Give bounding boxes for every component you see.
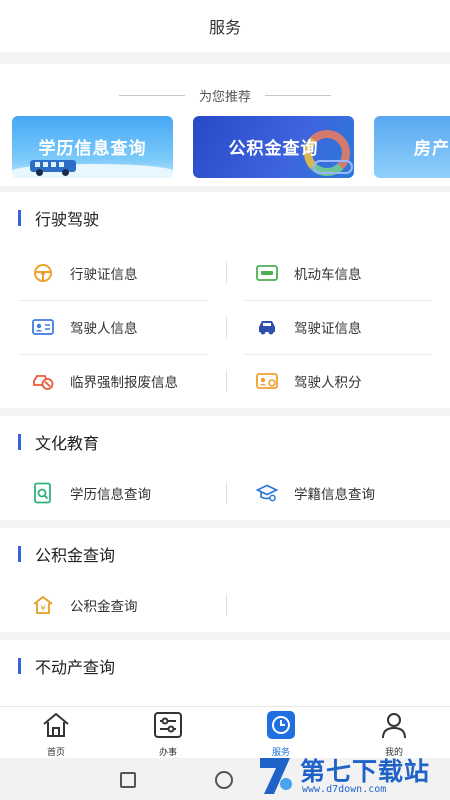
document-search-icon (32, 482, 54, 504)
section-education: 文化教育 学历信息查询 学籍信息查询 (0, 416, 450, 520)
house-fund-icon: ¥ (32, 594, 54, 616)
tab-label: 首页 (46, 748, 65, 758)
banner-label: 公积金查询 (228, 139, 319, 159)
service-label: 机动车信息 (294, 267, 362, 283)
service-label: 公积金查询 (70, 599, 138, 615)
service-label: 学籍信息查询 (294, 487, 375, 503)
recommend-heading: 为您推荐 (0, 86, 450, 105)
divider (265, 95, 331, 96)
section-housing-fund: 公积金查询 ¥ 公积金查询 (0, 528, 450, 632)
tab-label: 办事 (158, 748, 177, 758)
car-icon (256, 316, 278, 338)
divider (226, 262, 227, 284)
service-label: 行驶证信息 (70, 267, 138, 283)
service-driver-info[interactable]: 驾驶人信息 (32, 300, 208, 354)
divider (226, 482, 227, 504)
section-title-label: 公积金查询 (35, 546, 116, 565)
user-icon (379, 711, 409, 743)
section-title: 文化教育 (18, 430, 99, 454)
tab-tasks[interactable]: 办事 (128, 711, 208, 758)
recent-apps-button[interactable] (120, 772, 136, 788)
section-title-label: 行驶驾驶 (35, 210, 100, 229)
section-title: 不动产查询 (18, 654, 115, 678)
section-title: 行驶驾驶 (18, 206, 99, 230)
divider (226, 594, 227, 616)
steering-wheel-icon (32, 262, 54, 284)
service-scrap-info[interactable]: 临界强制报废信息 (32, 354, 208, 408)
service-driving-license-info[interactable]: 行驶证信息 (32, 246, 208, 300)
service-label: 临界强制报废信息 (70, 375, 178, 391)
banner-real-estate[interactable]: 房产 (374, 116, 450, 178)
divider (118, 95, 185, 96)
clock-icon (266, 711, 296, 743)
service-label: 学历信息查询 (70, 487, 151, 503)
scrap-car-icon (32, 370, 54, 392)
service-housing-fund-query[interactable]: ¥ 公积金查询 (32, 578, 208, 632)
section-accent-bar (18, 210, 21, 226)
bus-illustration (30, 160, 76, 176)
svg-text:¥: ¥ (40, 604, 45, 613)
service-education-query[interactable]: 学历信息查询 (32, 466, 208, 520)
id-card-icon (32, 316, 54, 338)
section-driving: 行驶驾驶 行驶证信息 机动车信息 驾驶人信息 驾驶证信息 临界强制报废信息 驾驶… (0, 192, 450, 408)
sliders-icon (153, 711, 183, 743)
tab-home[interactable]: 首页 (16, 711, 96, 758)
bottom-tab-bar: 首页 办事 服务 我的 (0, 706, 450, 758)
tab-services[interactable]: 服务 (241, 711, 321, 758)
section-title-label: 文化教育 (35, 434, 100, 453)
banner-label: 房产 (414, 139, 450, 159)
service-label: 驾驶证信息 (294, 321, 362, 337)
banner-decoration (313, 160, 353, 174)
service-student-status-query[interactable]: 学籍信息查询 (256, 466, 432, 520)
divider (226, 370, 227, 392)
top-bar: 服务 (0, 0, 450, 52)
banner-label: 学历信息查询 (38, 139, 147, 159)
section-accent-bar (18, 546, 21, 562)
home-button[interactable] (215, 771, 233, 789)
section-title-label: 不动产查询 (35, 658, 116, 677)
section-title: 公积金查询 (18, 542, 115, 566)
score-card-icon (256, 370, 278, 392)
vehicle-card-icon (256, 262, 278, 284)
tab-profile[interactable]: 我的 (354, 711, 434, 758)
watermark-url: www.d7down.com (302, 784, 387, 795)
service-label: 驾驶人积分 (294, 375, 362, 391)
section-accent-bar (18, 658, 21, 674)
watermark: 第七下载站 www.d7down.com (256, 752, 450, 800)
banner-education-query[interactable]: 学历信息查询 (12, 116, 173, 178)
recommend-heading-label: 为您推荐 (198, 90, 251, 105)
home-icon (41, 711, 71, 743)
banner-housing-fund-query[interactable]: 公积金查询 (193, 116, 354, 178)
section-accent-bar (18, 434, 21, 450)
service-driver-score[interactable]: 驾驶人积分 (256, 354, 432, 408)
watermark-logo-icon (256, 754, 296, 798)
divider (226, 316, 227, 338)
service-vehicle-info[interactable]: 机动车信息 (256, 246, 432, 300)
service-label: 驾驶人信息 (70, 321, 138, 337)
watermark-text: 第七下载站 (300, 757, 431, 786)
service-driver-license-info[interactable]: 驾驶证信息 (256, 300, 432, 354)
page-title: 服务 (208, 18, 241, 37)
graduation-cap-icon (256, 482, 278, 504)
recommend-panel: 为您推荐 学历信息查询 公积金查询 房产 (0, 64, 450, 186)
section-real-estate: 不动产查询 (0, 640, 450, 708)
